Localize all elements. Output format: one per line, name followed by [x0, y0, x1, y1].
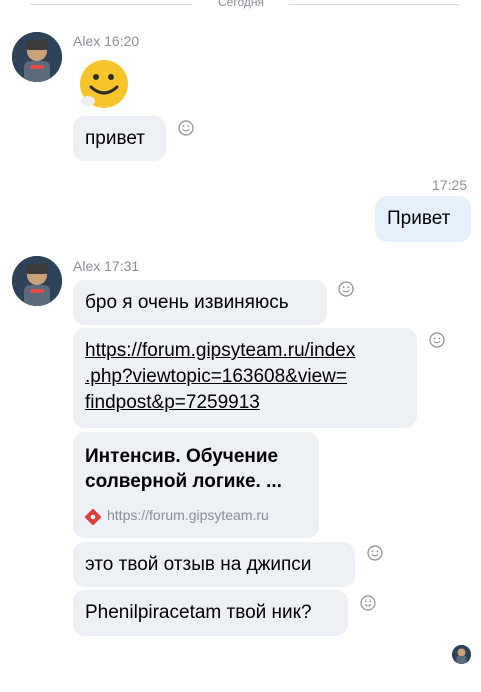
message-bubble[interactable]: привет — [73, 116, 166, 161]
link-preview-title: Интенсив. Обучение — [85, 446, 279, 467]
link-line[interactable]: findpost&p=7259913 — [85, 390, 405, 416]
read-receipt-avatar — [452, 645, 471, 664]
separator-line-left — [30, 4, 192, 5]
message-text: Phenilpiracetam твой ник? — [85, 602, 312, 623]
link-preview-url: https://forum.gipsyteam.ru — [107, 507, 269, 523]
reaction-smile-icon[interactable] — [367, 545, 383, 561]
message-bubble[interactable]: это твой отзыв на джипси — [73, 542, 355, 587]
message-text: Привет — [387, 208, 451, 229]
link-preview-card[interactable]: Интенсив. Обучение солверной логике. ...… — [73, 432, 319, 538]
message-bubble[interactable]: бро я очень извиняюсь — [73, 280, 327, 325]
avatar[interactable] — [12, 256, 62, 306]
message-time: 17:25 — [432, 177, 468, 193]
separator-line-right — [289, 4, 459, 5]
message-meta: Alex 16:20 — [73, 33, 139, 49]
message-bubble-link[interactable]: https://forum.gipsyteam.ru/index .php?vi… — [73, 328, 417, 428]
reaction-smile-icon[interactable] — [429, 332, 445, 348]
message-text: это твой отзыв на джипси — [85, 553, 312, 575]
message-time: 16:20 — [104, 33, 140, 49]
reaction-smile-icon[interactable] — [338, 281, 354, 297]
link-line[interactable]: .php?viewtopic=163608&view= — [85, 364, 405, 390]
date-label: Сегодня — [218, 0, 264, 9]
link-preview-source: https://forum.gipsyteam.ru — [84, 502, 307, 528]
favicon-icon — [84, 507, 102, 526]
link-line[interactable]: https://forum.gipsyteam.ru/index — [85, 338, 405, 364]
reaction-smile-icon[interactable] — [178, 120, 194, 136]
message-time: 17:31 — [104, 258, 140, 274]
date-separator: Сегодня — [0, 0, 481, 12]
message-text: бро я очень извиняюсь — [85, 291, 289, 313]
message-bubble[interactable]: Phenilpiracetam твой ник? — [73, 590, 348, 636]
link-preview-title: солверной логике. ... — [85, 471, 282, 492]
message-text: привет — [85, 127, 145, 149]
message-meta: Alex 17:31 — [73, 258, 139, 274]
message-bubble-outgoing[interactable]: Привет — [375, 196, 471, 242]
sender-name[interactable]: Alex — [73, 258, 100, 274]
reaction-smile-icon[interactable] — [360, 595, 376, 611]
smiling-emoji-sticker[interactable] — [77, 59, 129, 111]
sender-name[interactable]: Alex — [73, 33, 100, 49]
avatar[interactable] — [12, 32, 62, 82]
